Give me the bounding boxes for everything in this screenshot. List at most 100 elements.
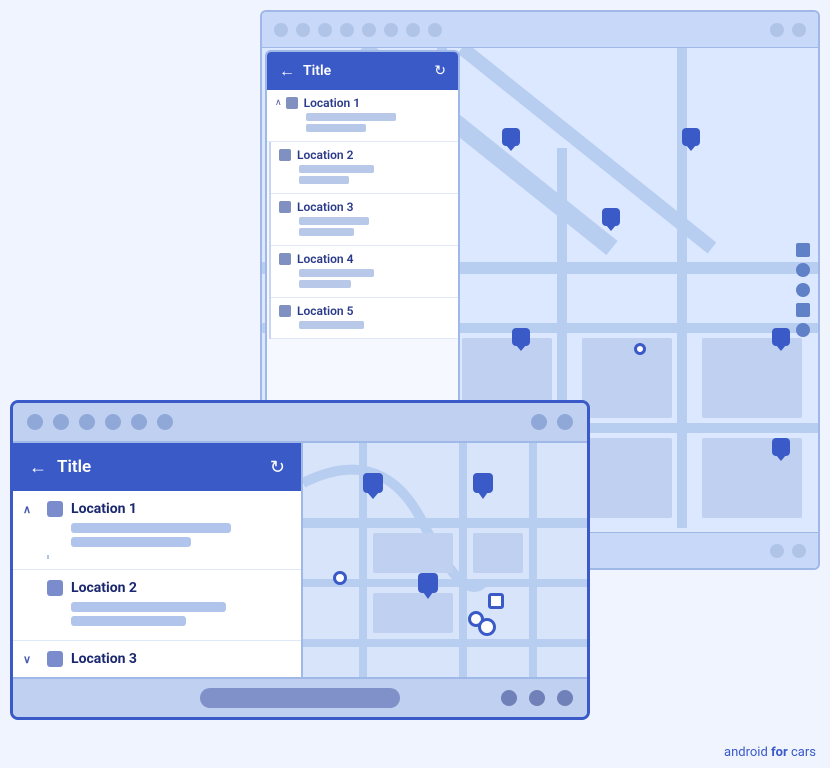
item-bar — [299, 165, 374, 173]
branding-prefix: android — [724, 745, 771, 760]
top-dots-right — [770, 23, 806, 37]
ctrl-square — [796, 243, 810, 257]
fg-map-pin[interactable] — [363, 473, 383, 493]
bottom-dots-right — [770, 544, 806, 558]
item-bar — [299, 217, 369, 225]
map-pin[interactable] — [682, 128, 700, 150]
fg-bottom-pill — [200, 688, 400, 708]
top-dot — [318, 23, 332, 37]
fg-item-content: Location 3 — [71, 651, 287, 673]
bg-panel-list: ∧ Location 1 Location 2 — [267, 90, 458, 438]
fg-item-content: Location 1 — [71, 501, 287, 551]
fg-map-area — [303, 443, 587, 677]
fg-list-item[interactable]: Location 2 — [13, 570, 301, 641]
fg-panel-title: Title — [57, 457, 91, 477]
bg-panel-header-left: ← Title — [279, 61, 331, 81]
fg-item-bar — [71, 602, 226, 612]
fg-item-name: Location 1 — [71, 501, 287, 517]
top-dot-right — [792, 23, 806, 37]
fg-item-checkbox[interactable] — [47, 501, 63, 517]
item-bar — [299, 280, 351, 288]
item-checkbox[interactable] — [279, 201, 291, 213]
item-name: Location 3 — [297, 200, 353, 214]
ctrl-dot — [796, 283, 810, 297]
map-pin[interactable] — [772, 328, 790, 350]
map-circle — [634, 343, 646, 355]
fg-top-dot-right — [557, 414, 573, 430]
foreground-container: ← Title ↻ ∧ Location 1 — [10, 400, 590, 720]
item-bar — [299, 321, 364, 329]
chevron-col: ∧ — [23, 501, 47, 516]
fg-map-svg — [303, 443, 587, 677]
fg-top-dots — [27, 414, 173, 430]
top-dot — [362, 23, 376, 37]
fg-top-dot — [131, 414, 147, 430]
fg-map-pin[interactable] — [418, 573, 438, 593]
fg-panel-header-left: ← Title — [29, 457, 91, 478]
fg-list-panel: ← Title ↻ ∧ Location 1 — [13, 443, 303, 677]
fg-refresh-icon[interactable]: ↻ — [270, 457, 285, 478]
refresh-icon[interactable]: ↻ — [434, 63, 446, 79]
top-dot — [296, 23, 310, 37]
fg-back-arrow-icon[interactable]: ← — [29, 457, 47, 478]
fg-map-pin[interactable] — [473, 473, 493, 493]
top-dot — [384, 23, 398, 37]
fg-top-dot — [27, 414, 43, 430]
top-dot — [428, 23, 442, 37]
chevron-down-icon: ∨ — [23, 653, 31, 666]
fg-panel-header: ← Title ↻ — [13, 443, 301, 491]
top-dot-right — [770, 23, 784, 37]
background-list-panel: ← Title ↻ ∧ Location 1 Location 2 — [265, 50, 460, 440]
fg-map-circle — [478, 618, 496, 636]
fg-item-bar — [71, 616, 186, 626]
bottom-dot — [770, 544, 784, 558]
chevron-col — [23, 580, 47, 582]
fg-item-bar — [71, 523, 231, 533]
fg-item-name: Location 3 — [71, 651, 287, 667]
fg-item-checkbox[interactable] — [47, 580, 63, 596]
fg-top-dots-right — [531, 414, 573, 430]
item-name: Location 2 — [297, 148, 353, 162]
fg-top-dot — [105, 414, 121, 430]
item-bar — [299, 269, 374, 277]
item-checkbox[interactable] — [286, 97, 298, 109]
top-dot — [274, 23, 288, 37]
map-pin[interactable] — [772, 438, 790, 460]
item-bar — [306, 113, 396, 121]
fg-list-item[interactable]: ∧ Location 1 — [13, 491, 301, 570]
fg-item-checkbox[interactable] — [47, 651, 63, 667]
ctrl-dot — [796, 323, 810, 337]
fg-bottom-dot — [557, 690, 573, 706]
top-dot — [340, 23, 354, 37]
chevron-up-icon: ∧ — [23, 503, 31, 516]
item-checkbox[interactable] — [279, 253, 291, 265]
fg-topbar — [13, 403, 587, 443]
fg-top-dot-right — [531, 414, 547, 430]
fg-item-name: Location 2 — [71, 580, 287, 596]
fg-item-content: Location 2 — [71, 580, 287, 630]
map-pin[interactable] — [602, 208, 620, 230]
fg-item-bar — [71, 537, 191, 547]
item-bar — [299, 228, 354, 236]
top-dot — [406, 23, 420, 37]
fg-top-dot — [157, 414, 173, 430]
map-pin[interactable] — [502, 128, 520, 150]
fg-bottom-dots — [501, 690, 573, 706]
fg-top-dot — [79, 414, 95, 430]
fg-bottom-dot — [501, 690, 517, 706]
item-name: Location 4 — [297, 252, 353, 266]
fg-top-dot — [53, 414, 69, 430]
large-map-topbar — [262, 12, 818, 48]
map-pin[interactable] — [512, 328, 530, 350]
fg-panel-list: ∧ Location 1 — [13, 491, 301, 677]
fg-bottom-dot — [529, 690, 545, 706]
ctrl-square — [796, 303, 810, 317]
fg-list-item[interactable]: ∨ Location 3 — [13, 641, 301, 677]
item-checkbox[interactable] — [279, 149, 291, 161]
bg-panel-header: ← Title ↻ — [267, 52, 458, 90]
item-name: Location 1 — [304, 96, 360, 110]
item-checkbox[interactable] — [279, 305, 291, 317]
ctrl-dot — [796, 263, 810, 277]
branding-highlight: for — [771, 745, 788, 760]
back-arrow-icon[interactable]: ← — [279, 61, 295, 81]
